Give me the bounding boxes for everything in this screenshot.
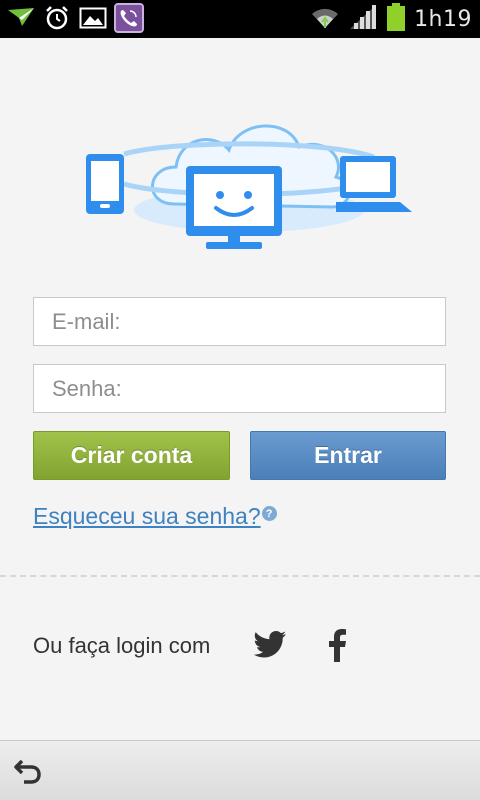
- bottom-navigation-bar: [0, 740, 480, 800]
- facebook-icon[interactable]: [326, 628, 348, 662]
- cloud-devices-illustration: [84, 112, 414, 252]
- image-icon: [78, 3, 108, 33]
- status-bar: 1h19: [0, 0, 480, 38]
- forgot-password: Esqueceu sua senha? ?: [33, 503, 277, 530]
- email-input[interactable]: [34, 298, 445, 345]
- password-input[interactable]: [34, 365, 445, 412]
- social-login-label: Ou faça login com: [33, 633, 211, 658]
- signal-icon: [348, 3, 378, 36]
- email-field[interactable]: [33, 297, 446, 346]
- alarm-icon: [42, 3, 72, 33]
- clock-time: 1h19: [414, 6, 472, 32]
- question-icon[interactable]: ?: [261, 506, 277, 521]
- twitter-icon[interactable]: [253, 630, 288, 660]
- login-button[interactable]: Entrar: [250, 431, 446, 480]
- create-account-button[interactable]: Criar conta: [33, 431, 230, 480]
- viber-icon: [114, 3, 144, 33]
- dashed-divider: [0, 575, 480, 577]
- battery-icon: [386, 2, 406, 37]
- system-icons: 1h19: [310, 2, 472, 37]
- wifi-icon: [310, 4, 340, 35]
- notification-icons: [6, 3, 144, 33]
- password-field[interactable]: [33, 364, 446, 413]
- back-icon[interactable]: [14, 757, 44, 785]
- send-icon: [6, 3, 36, 33]
- forgot-password-link[interactable]: Esqueceu sua senha?: [33, 503, 261, 530]
